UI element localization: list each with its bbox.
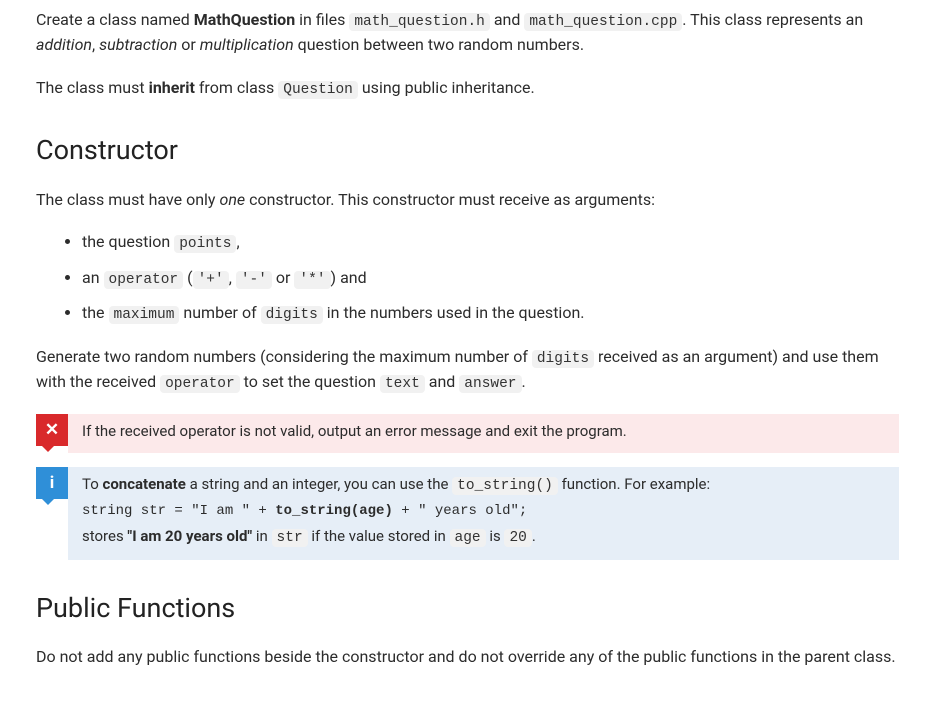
error-callout: ✕ If the received operator is not valid,… [36, 414, 899, 453]
text: if the value stored in [308, 527, 450, 545]
info-callout: i To concatenate a string and an integer… [36, 467, 899, 560]
error-text: If the received operator is not valid, o… [82, 420, 885, 443]
info-callout-body: To concatenate a string and an integer, … [68, 467, 899, 560]
heading-constructor: Constructor [36, 130, 899, 172]
text: function. For example: [558, 475, 710, 493]
text: , [229, 268, 236, 287]
text: To [82, 475, 103, 493]
file1-code: math_question.h [349, 13, 490, 31]
text: Create a class named [36, 10, 194, 29]
text: in the numbers used in the question. [323, 303, 585, 322]
constructor-args-list: the question points, an operator ('+', '… [82, 230, 899, 326]
text: the question [82, 232, 174, 251]
operator-code: operator [104, 271, 184, 289]
text: and [425, 372, 460, 391]
text: string str = "I am " + [82, 503, 275, 519]
tostring-bold: to_string(age) [275, 503, 393, 519]
text: in [252, 527, 271, 545]
text: a string and an integer, you can use the [186, 475, 452, 493]
text: , [236, 232, 239, 251]
text: or [177, 35, 199, 54]
em-multiplication: multiplication [200, 35, 294, 54]
concatenate-bold: concatenate [103, 475, 186, 493]
str-code: str [272, 529, 308, 547]
text: or [272, 268, 294, 287]
public-functions-paragraph: Do not add any public functions beside t… [36, 645, 899, 667]
operator-code: operator [160, 375, 240, 393]
constructor-paragraph-2: Generate two random numbers (considering… [36, 345, 899, 396]
text: an [82, 268, 104, 287]
text: . This class represents an [682, 10, 863, 29]
info-icon: i [36, 467, 68, 499]
em-one: one [219, 190, 245, 209]
points-code: points [174, 235, 236, 253]
info-line-1: To concatenate a string and an integer, … [82, 473, 885, 497]
text: in files [295, 10, 349, 29]
text: The class must [36, 78, 149, 97]
tostring-code: to_string() [452, 477, 558, 495]
intro-paragraph-1: Create a class named MathQuestion in fil… [36, 8, 899, 58]
heading-public-functions: Public Functions [36, 588, 899, 630]
text: to set the question [240, 372, 380, 391]
text: and [490, 10, 525, 29]
text: . [522, 372, 526, 391]
maximum-code: maximum [109, 306, 180, 324]
text: . [532, 527, 536, 545]
question-class-code: Question [278, 81, 358, 99]
em-addition: addition [36, 35, 92, 54]
answer-code: answer [459, 375, 521, 393]
close-icon: ✕ [36, 414, 68, 446]
op-star-code: '*' [294, 271, 330, 289]
twenty-code: 20 [504, 529, 531, 547]
text-code: text [380, 375, 425, 393]
text: The class must have only [36, 190, 219, 209]
list-item: the question points, [82, 230, 899, 255]
text: constructor. This constructor must recei… [245, 190, 655, 209]
list-item: the maximum number of digits in the numb… [82, 301, 899, 326]
text: number of [179, 303, 260, 322]
file2-code: math_question.cpp [524, 13, 682, 31]
text: is [486, 527, 505, 545]
inherit-bold: inherit [149, 78, 195, 97]
text: from class [195, 78, 278, 97]
text: using public inheritance. [358, 78, 535, 97]
result-bold: "I am 20 years old" [127, 527, 252, 545]
list-item: an operator ('+', '-' or '*') and [82, 266, 899, 291]
text: question between two random numbers. [294, 35, 584, 54]
text: + " years old"; [393, 503, 527, 519]
error-callout-body: If the received operator is not valid, o… [68, 414, 899, 453]
digits-code: digits [532, 350, 594, 368]
text: the [82, 303, 109, 322]
text: Generate two random numbers (considering… [36, 347, 532, 366]
digits-code: digits [261, 306, 323, 324]
op-minus-code: '-' [236, 271, 272, 289]
intro-paragraph-2: The class must inherit from class Questi… [36, 76, 899, 101]
info-code-line: string str = "I am " + to_string(age) + … [82, 499, 885, 525]
text: ( [183, 268, 192, 287]
age-code: age [450, 529, 486, 547]
info-line-3: stores "I am 20 years old" in str if the… [82, 525, 885, 549]
op-plus-code: '+' [193, 271, 229, 289]
text: ) and [331, 268, 367, 287]
class-name: MathQuestion [194, 10, 295, 29]
constructor-paragraph-1: The class must have only one constructor… [36, 188, 899, 213]
text: stores [82, 527, 127, 545]
em-subtraction: subtraction [99, 35, 177, 54]
